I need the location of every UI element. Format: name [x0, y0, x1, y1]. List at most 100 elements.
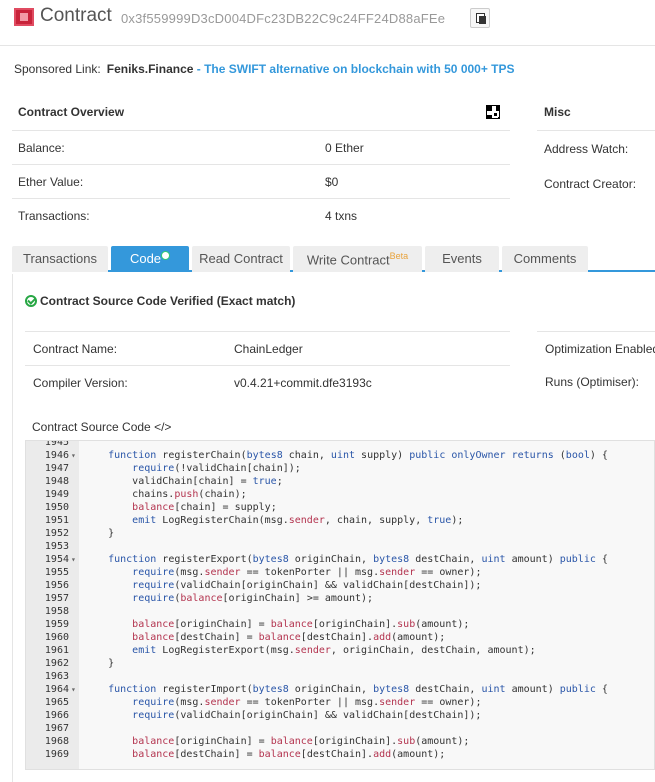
- verified-text: Contract Source Code Verified (Exact mat…: [40, 294, 296, 308]
- contract-creator-label: Contract Creator:: [544, 177, 637, 191]
- code-text: require(validChain[originChain] && valid…: [132, 580, 482, 591]
- code-text: require(!validChain[chain]);: [132, 463, 301, 474]
- line-number: 1958: [44, 606, 69, 617]
- line-number: 1956: [44, 580, 69, 591]
- code-text: emit LogRegisterExport(msg.sender, origi…: [132, 645, 536, 656]
- code-text: emit LogRegisterChain(msg.sender, chain,…: [132, 515, 464, 526]
- code-text: require(msg.sender == tokenPorter || msg…: [132, 697, 482, 708]
- verified-banner: Contract Source Code Verified (Exact mat…: [25, 294, 295, 308]
- code-line: 1947 require(!validChain[chain]);: [26, 462, 654, 475]
- code-line: 1946 ▾ function registerChain(bytes8 chai…: [26, 449, 654, 462]
- compiler-version-value: v0.4.21+commit.dfe3193c: [234, 376, 372, 390]
- address-watch-label: Address Watch:: [544, 142, 629, 156]
- line-number: 1947: [44, 463, 69, 474]
- code-line: 1951 emit LogRegisterChain(msg.sender, c…: [26, 514, 654, 527]
- balance-label: Balance:: [18, 141, 65, 155]
- beta-badge: Beta: [389, 251, 409, 261]
- info-row-compiler-version: Compiler Version: v0.4.21+commit.dfe3193…: [25, 365, 510, 399]
- line-number: 1953: [44, 541, 69, 552]
- code-text: }: [84, 658, 115, 669]
- line-number: 1969: [44, 749, 69, 760]
- line-number: 1967: [44, 723, 69, 734]
- tab-code-label: Code: [129, 251, 162, 266]
- page-title: Contract: [40, 5, 112, 26]
- overview-title: Contract Overview: [18, 105, 125, 119]
- sponsor-link[interactable]: - The SWIFT alternative on blockchain wi…: [193, 62, 515, 76]
- code-line: 1963: [26, 670, 654, 683]
- code-text: chains.push(chain);: [132, 489, 247, 500]
- sponsored-label: Sponsored Link:: [14, 62, 101, 76]
- code-line: 1959 balance[originChain] = balance[orig…: [26, 618, 654, 631]
- code-line: 1955 require(msg.sender == tokenPorter |…: [26, 566, 654, 579]
- balance-value: 0 Ether: [325, 141, 364, 155]
- code-text: }: [84, 528, 115, 539]
- tab-bar: Transactions Code Read Contract Write Co…: [12, 246, 655, 272]
- code-line: 1961 emit LogRegisterExport(msg.sender, …: [26, 644, 654, 657]
- code-line: 1958: [26, 605, 654, 618]
- code-line: 1967: [26, 722, 654, 735]
- info-row-optimization: Optimization Enabled: [537, 331, 655, 365]
- code-text: balance[destChain] = balance[destChain].…: [132, 632, 446, 643]
- sponsored-link: Sponsored Link: Feniks.Finance - The SWIF…: [14, 62, 515, 76]
- tab-events-label: Events: [442, 251, 482, 266]
- line-number: 1960: [44, 632, 69, 643]
- info-row-runs: Runs (Optimiser):: [537, 365, 655, 399]
- code-line: 1960 balance[destChain] = balance[destCh…: [26, 631, 654, 644]
- contract-address[interactable]: 0x3f559999D3cD004DFc23DB22C9c24FF24D88aF…: [121, 11, 445, 26]
- line-number: 1962: [44, 658, 69, 669]
- code-text: balance[originChain] = balance[originCha…: [132, 736, 470, 747]
- tab-transactions[interactable]: Transactions: [12, 246, 108, 272]
- qr-code-icon[interactable]: [486, 105, 500, 119]
- source-code-editor[interactable]: 1945 1946 ▾ function registerChain(bytes8 …: [25, 440, 655, 770]
- tab-code[interactable]: Code: [111, 246, 189, 272]
- line-number: 1946: [44, 450, 69, 461]
- copy-address-button[interactable]: [470, 8, 490, 28]
- line-number: 1968: [44, 736, 69, 747]
- code-text: function registerImport(bytes8 originCha…: [108, 684, 608, 695]
- line-number: 1955: [44, 567, 69, 578]
- code-text: balance[originChain] = balance[originCha…: [132, 619, 470, 630]
- line-number: 1950: [44, 502, 69, 513]
- fold-toggle-icon[interactable]: ▾: [71, 449, 76, 462]
- code-text: require(msg.sender == tokenPorter || msg…: [132, 567, 482, 578]
- runs-label: Runs (Optimiser):: [545, 375, 640, 389]
- contract-name-label: Contract Name:: [33, 342, 118, 356]
- overview-row-ether-value: Ether Value: $0: [12, 164, 510, 198]
- fold-toggle-icon[interactable]: ▾: [71, 683, 76, 696]
- code-line: 1950 balance[chain] = supply;: [26, 501, 654, 514]
- code-text: function registerChain(bytes8 chain, uin…: [108, 450, 608, 461]
- code-text: function registerExport(bytes8 originCha…: [108, 554, 608, 565]
- code-line: 1957 require(balance[originChain] >= amo…: [26, 592, 654, 605]
- code-line: 1962 }: [26, 657, 654, 670]
- transactions-value: 4 txns: [325, 209, 358, 223]
- code-line: 1945: [26, 441, 654, 449]
- code-text: balance[destChain] = balance[destChain].…: [132, 749, 446, 760]
- tab-comments-label: Comments: [513, 251, 577, 266]
- tab-comments[interactable]: Comments: [502, 246, 588, 272]
- overview-row-balance: Balance: 0 Ether: [12, 130, 510, 164]
- misc-title: Misc: [544, 105, 571, 119]
- code-text: require(validChain[originChain] && valid…: [132, 710, 482, 721]
- code-line: 1949 chains.push(chain);: [26, 488, 654, 501]
- code-line: 1952 }: [26, 527, 654, 540]
- line-number: 1948: [44, 476, 69, 487]
- line-number: 1961: [44, 645, 69, 656]
- page-header: Contract 0x3f559999D3cD004DFc23DB22C9c24…: [0, 0, 655, 46]
- code-line: 1956 require(validChain[originChain] && …: [26, 579, 654, 592]
- line-number: 1949: [44, 489, 69, 500]
- code-line: 1969 balance[destChain] = balance[destCh…: [26, 748, 654, 761]
- transactions-label: Transactions:: [18, 209, 90, 223]
- sponsor-name[interactable]: Feniks.Finance: [107, 62, 194, 76]
- verified-check-icon: [161, 251, 171, 260]
- compiler-version-label: Compiler Version:: [33, 376, 128, 390]
- line-number: 1959: [44, 619, 69, 630]
- misc-row-contract-creator: Contract Creator:: [537, 166, 655, 202]
- code-line: 1953: [26, 540, 654, 553]
- line-number: 1964: [44, 684, 69, 695]
- fold-toggle-icon[interactable]: ▾: [71, 553, 76, 566]
- tab-events[interactable]: Events: [425, 246, 499, 272]
- tab-read-contract[interactable]: Read Contract: [192, 246, 290, 272]
- tab-write-contract[interactable]: Write ContractBeta: [293, 246, 422, 272]
- code-line: 1966 require(validChain[originChain] && …: [26, 709, 654, 722]
- misc-row-address-watch: Address Watch:: [537, 130, 655, 166]
